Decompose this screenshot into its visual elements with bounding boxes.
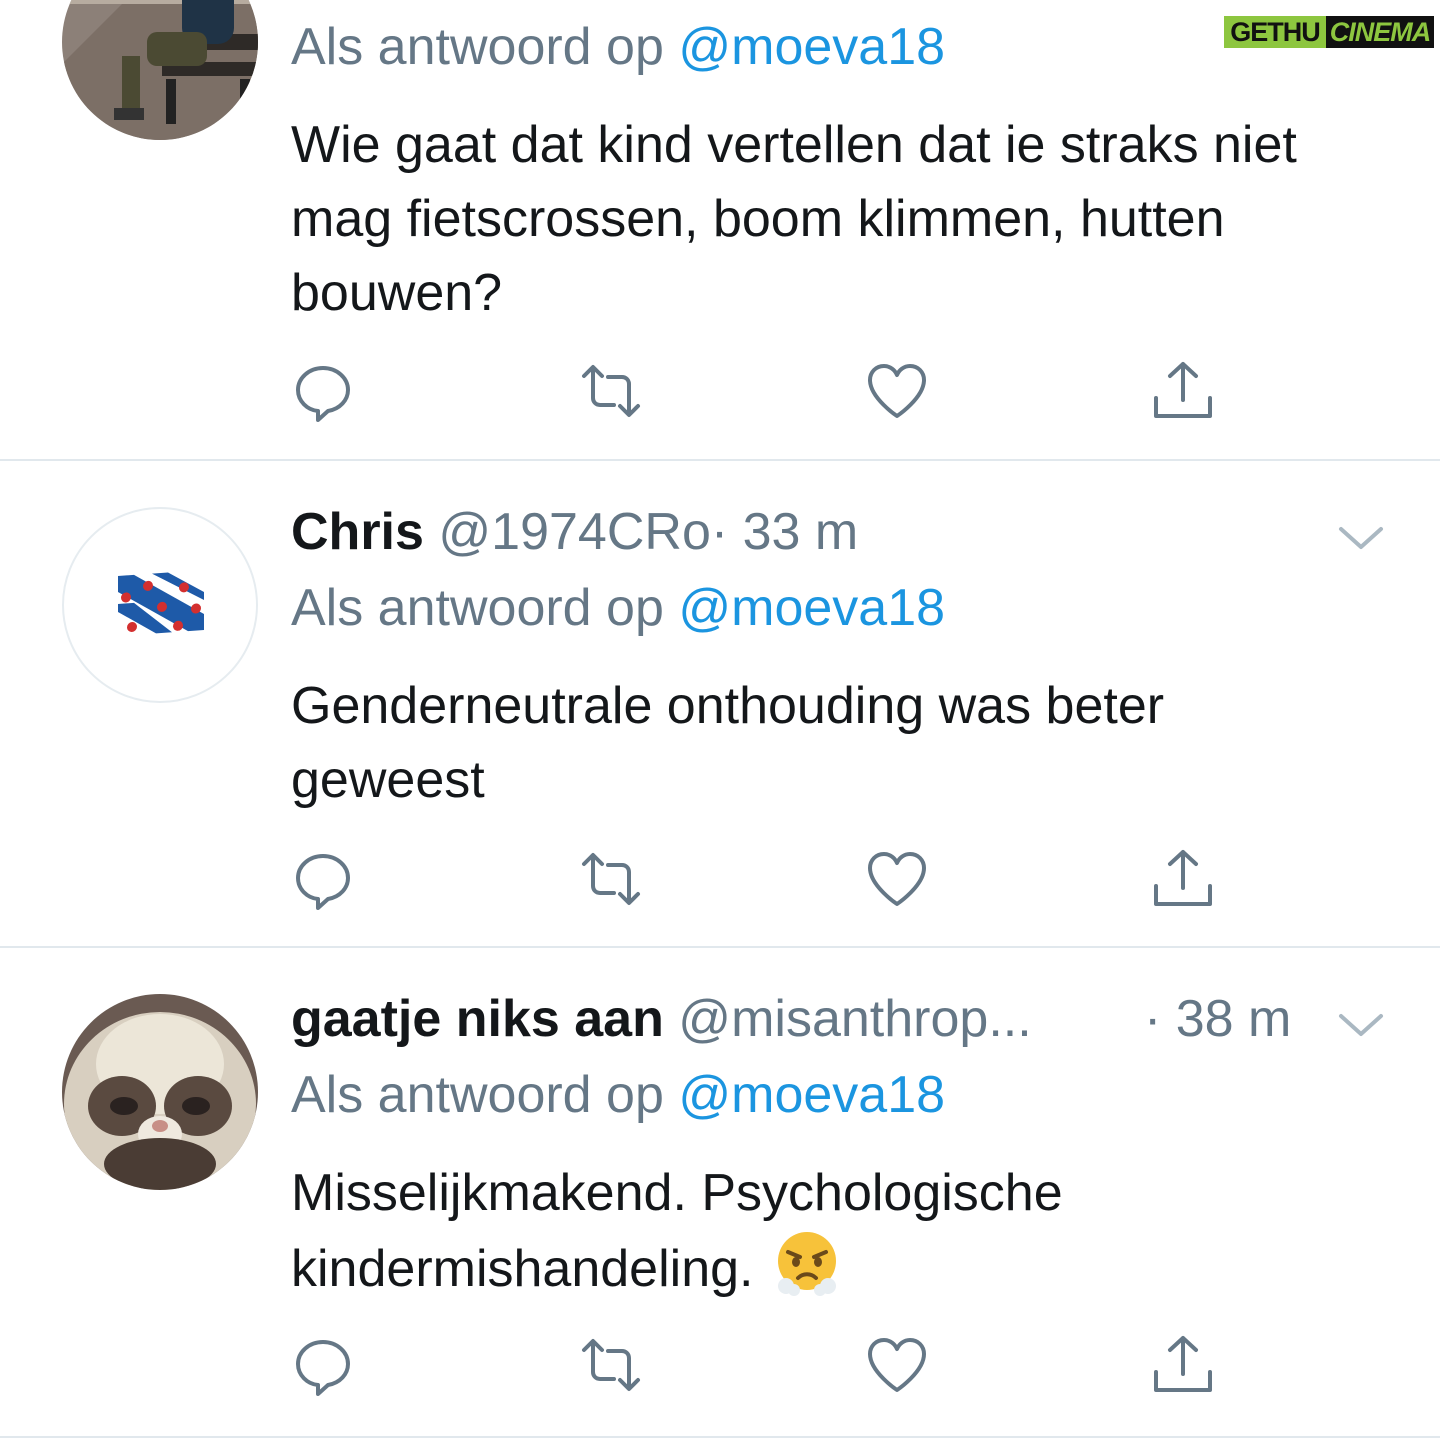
chevron-down-icon[interactable] — [1337, 523, 1385, 553]
reply-mention-link[interactable]: @moeva18 — [678, 1066, 945, 1124]
share-icon[interactable] — [1150, 358, 1216, 424]
like-icon[interactable] — [864, 358, 930, 424]
tweet-actions-1 — [0, 358, 1440, 428]
display-name[interactable]: gaatje niks aan — [291, 990, 664, 1048]
reply-context-1: Als antwoord op @moeva18 — [291, 10, 945, 84]
tweet-3[interactable]: gaatje niks aan @misanthrop... · 38 m Al… — [0, 948, 1440, 1438]
share-icon[interactable] — [1150, 846, 1216, 912]
avatar-2[interactable] — [62, 507, 258, 703]
tweet-text-3-content: Misselijkmakend. Psychologische kindermi… — [291, 1164, 1063, 1298]
reply-icon[interactable] — [290, 846, 356, 912]
reply-mention-link[interactable]: @moeva18 — [678, 18, 945, 76]
reply-icon[interactable] — [290, 358, 356, 424]
tweet-text-2: Genderneutrale onthouding was beter gewe… — [291, 677, 1165, 809]
tweet-actions-3 — [0, 1332, 1440, 1402]
tweet-text-1: Wie gaat dat kind vertellen dat ie strak… — [291, 116, 1297, 322]
avatar-1[interactable] — [62, 0, 258, 140]
tweet-header-2: Chris @1974CRo· 33 m — [291, 495, 858, 569]
tweet-header-3: gaatje niks aan @misanthrop... — [291, 982, 1032, 1056]
user-handle[interactable]: @misanthrop... — [678, 990, 1031, 1048]
retweet-icon[interactable] — [578, 358, 644, 424]
retweet-icon[interactable] — [578, 1332, 644, 1398]
avatar-photo-bench — [62, 0, 258, 140]
reply-icon[interactable] — [290, 1332, 356, 1398]
like-icon[interactable] — [864, 846, 930, 912]
tweet-text-3: Misselijkmakend. Psychologische kindermi… — [291, 1156, 1251, 1306]
share-icon[interactable] — [1150, 1332, 1216, 1398]
reply-prefix: Als antwoord op — [291, 18, 664, 76]
frisian-flag-icon — [118, 569, 204, 636]
timestamp[interactable]: · 33 m — [711, 503, 858, 561]
chevron-down-icon[interactable] — [1337, 1010, 1385, 1040]
reply-prefix: Als antwoord op — [291, 579, 664, 637]
tweet-2[interactable]: Chris @1974CRo· 33 m Als antwoord op @mo… — [0, 461, 1440, 947]
divider-3 — [0, 1436, 1440, 1438]
reply-context-3: Als antwoord op @moeva18 — [291, 1058, 945, 1132]
tweet-actions-2 — [0, 846, 1440, 916]
timestamp[interactable]: · 38 m — [1144, 982, 1291, 1056]
avatar-3[interactable] — [62, 994, 258, 1190]
avatar-photo-cat — [62, 994, 258, 1190]
like-icon[interactable] — [864, 1332, 930, 1398]
tweet-1[interactable]: Als antwoord op @moeva18 Wie gaat dat ki… — [0, 0, 1440, 460]
display-name[interactable]: Chris — [291, 503, 424, 561]
face-with-steam-from-nose-icon — [774, 1230, 840, 1296]
retweet-icon[interactable] — [578, 846, 644, 912]
reply-context-2: Als antwoord op @moeva18 — [291, 571, 945, 645]
reply-prefix: Als antwoord op — [291, 1066, 664, 1124]
user-handle[interactable]: @1974CRo — [438, 503, 711, 561]
reply-mention-link[interactable]: @moeva18 — [678, 579, 945, 637]
